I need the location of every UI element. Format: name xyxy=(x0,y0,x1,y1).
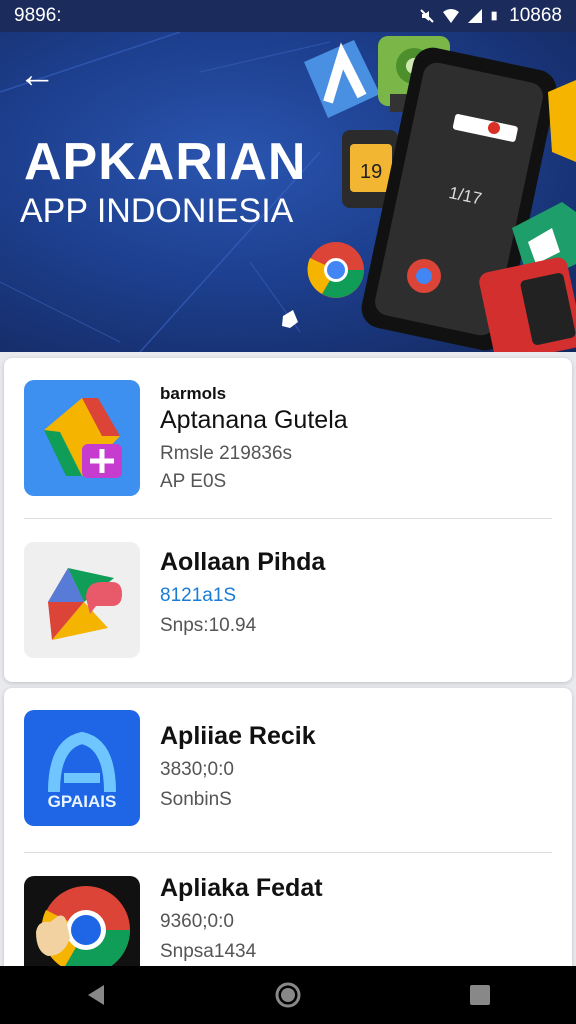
app-list-card: barmols Aptanana Gutela Rmsle 219836s AP… xyxy=(4,358,572,682)
app-info: barmols Aptanana Gutela Rmsle 219836s AP… xyxy=(160,384,348,493)
wifi-icon xyxy=(443,9,460,23)
app-meta-secondary: SonbinS xyxy=(160,789,232,810)
app-name: Apliaka Fedat xyxy=(160,874,323,902)
app-list-card: GPAIAIS Apliiae Recik 3830;0:0 SonbinS A… xyxy=(4,688,572,978)
a-logo-label: GPAIAIS xyxy=(48,792,117,811)
nav-recents-button[interactable] xyxy=(450,970,510,1020)
status-icons: 10868 xyxy=(419,5,562,27)
arrow-left-icon: ← xyxy=(18,54,56,96)
maps-chat-icon xyxy=(24,542,140,658)
back-button[interactable]: ← xyxy=(18,56,62,96)
app-kicker: barmols xyxy=(160,384,227,403)
divider xyxy=(24,518,552,519)
nav-home-button[interactable] xyxy=(258,970,318,1020)
divider xyxy=(24,852,552,853)
hero-banner: ← APKARIAN APP INDONIESIA 19 1/17 xyxy=(0,32,576,352)
app-info: Aollaan Pihda 8121a1S Snps:10.94 xyxy=(160,546,325,637)
battery-level: 10868 xyxy=(509,5,562,26)
app-meta-primary: 8121a1S xyxy=(160,585,237,606)
hero-title: APKARIAN xyxy=(24,133,307,191)
list-item[interactable]: Aollaan Pihda 8121a1S Snps:10.94 xyxy=(4,530,572,680)
status-time: 9896: xyxy=(14,5,62,26)
navigation-bar xyxy=(0,966,576,1024)
app-meta-primary: 9360;0:0 xyxy=(160,911,234,932)
mute-icon xyxy=(420,9,434,23)
app-meta-secondary: AP E0S xyxy=(160,471,227,492)
nav-recents-icon xyxy=(470,985,490,1005)
list-item[interactable]: GPAIAIS Apliiae Recik 3830;0:0 SonbinS xyxy=(4,704,572,854)
phone-badge: 19 xyxy=(360,161,382,183)
nav-back-icon xyxy=(88,985,104,1005)
chrome-icon xyxy=(307,242,364,298)
app-meta-secondary: Snpsa1434 xyxy=(160,941,257,962)
chrome-hand-icon xyxy=(24,876,140,976)
app-name: Apliiae Recik xyxy=(160,722,316,750)
app-name: Aptanana Gutela xyxy=(160,406,348,434)
hero-illustration: 19 1/17 xyxy=(304,36,576,352)
app-meta-primary: 3830;0:0 xyxy=(160,759,234,780)
signal-icon xyxy=(468,9,483,23)
status-bar: 9896: 10868 xyxy=(0,0,576,32)
app-info: Apliiae Recik 3830;0:0 SonbinS xyxy=(160,720,316,811)
nav-home-icon xyxy=(275,982,301,1008)
app-meta-secondary: Snps:10.94 xyxy=(160,615,257,636)
hero-subtitle: APP INDONIESIA xyxy=(20,192,294,230)
a-tile-icon xyxy=(304,40,380,118)
nav-back-button[interactable] xyxy=(66,970,126,1020)
app-name: Aollaan Pihda xyxy=(160,548,326,576)
app-meta-primary: Rmsle 219836s xyxy=(160,443,293,464)
drive-plus-icon xyxy=(24,380,140,496)
a-logo-icon: GPAIAIS xyxy=(24,710,140,826)
battery-icon xyxy=(491,11,497,21)
app-info: Apliaka Fedat 9360;0:0 Snpsa1434 xyxy=(160,872,323,963)
list-item[interactable]: barmols Aptanana Gutela Rmsle 219836s AP… xyxy=(4,374,572,524)
